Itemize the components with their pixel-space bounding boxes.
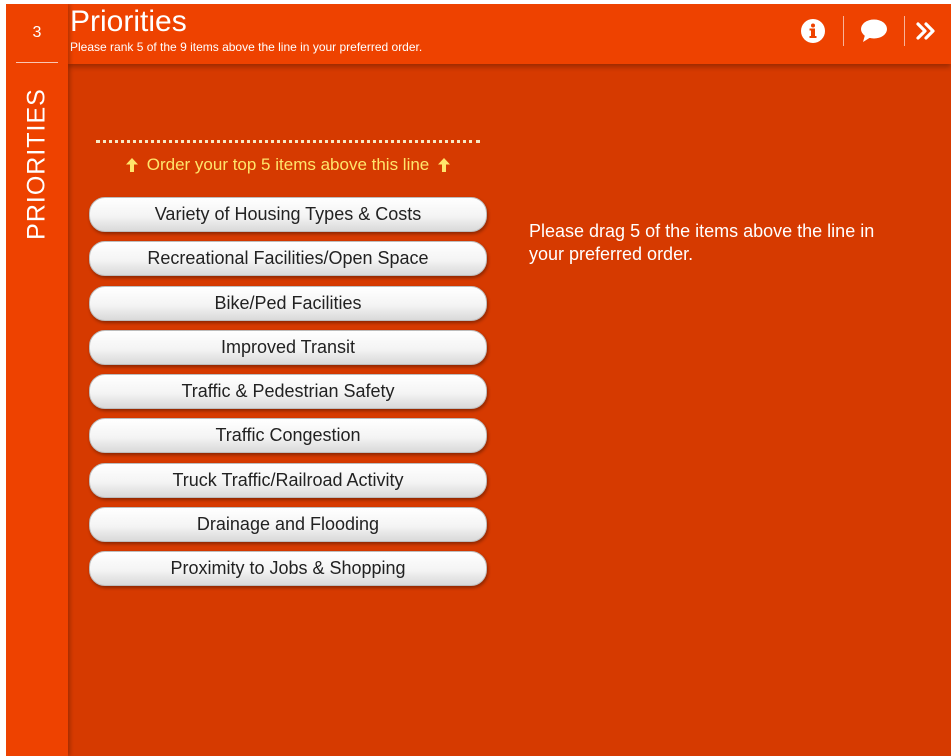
page-subtitle: Please rank 5 of the 9 items above the l…: [70, 40, 423, 54]
sidebar-divider: [16, 62, 58, 63]
priorities-app: 3 PRIORITIES Priorities Please rank 5 of…: [6, 4, 951, 756]
header-toolbar: [783, 14, 951, 48]
comment-button[interactable]: [844, 14, 904, 48]
step-number: 3: [32, 24, 42, 41]
draggable-priority-item[interactable]: Traffic & Pedestrian Safety: [89, 374, 487, 410]
draggable-priority-item[interactable]: Variety of Housing Types & Costs: [89, 197, 487, 232]
arrow-up-icon: [125, 158, 138, 172]
page-title: Priorities: [70, 5, 187, 38]
cutoff-label-text: Order your top 5 items above this line: [146, 155, 430, 174]
draggable-priority-item[interactable]: Proximity to Jobs & Shopping: [89, 551, 487, 587]
sidebar-section-label: PRIORITIES: [22, 88, 51, 240]
dotted-divider: [96, 140, 480, 143]
arrow-up-icon: [438, 158, 451, 172]
draggable-priority-item[interactable]: Improved Transit: [89, 329, 487, 365]
next-button[interactable]: [905, 14, 951, 48]
instructions-text: Please drag 5 of the items above the lin…: [529, 221, 875, 264]
draggable-priority-item[interactable]: Drainage and Flooding: [89, 507, 487, 543]
info-icon: [801, 19, 825, 43]
draggable-priority-item[interactable]: Truck Traffic/Railroad Activity: [89, 462, 487, 498]
draggable-priority-item[interactable]: Traffic Congestion: [89, 418, 487, 454]
priority-item-list: Variety of Housing Types & Costs Recreat…: [89, 197, 487, 596]
cutoff-label: Order your top 5 items above this line: [96, 155, 480, 175]
rank-cutoff-line: Order your top 5 items above this line: [96, 140, 480, 175]
double-chevron-right-icon: [916, 22, 935, 40]
draggable-priority-item[interactable]: Recreational Facilities/Open Space: [89, 241, 487, 277]
header-bar: Priorities Please rank 5 of the 9 items …: [68, 4, 951, 64]
sidebar: 3 PRIORITIES: [6, 4, 68, 756]
speech-bubble-icon: [861, 19, 887, 42]
draggable-priority-item[interactable]: Bike/Ped Facilities: [89, 285, 487, 321]
info-button[interactable]: [783, 14, 843, 48]
